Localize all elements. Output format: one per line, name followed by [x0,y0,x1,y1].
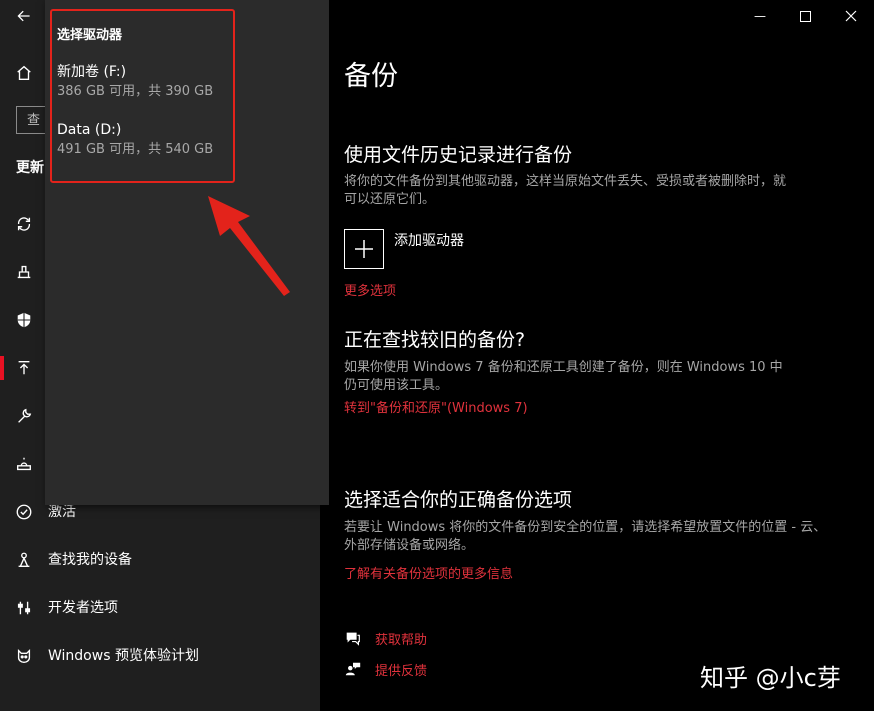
get-help-link[interactable]: 获取帮助 [375,629,427,648]
maximize-button[interactable] [790,4,820,28]
annotation-arrow [208,196,290,296]
drive-name: 新加卷 (F:) [57,64,127,80]
file-history-description: 将你的文件备份到其他驱动器，这样当原始文件丢失、受损或者被删除时，就可以还原它们… [344,174,787,207]
sidebar-item-windows-insider[interactable]: Windows 预览体验计划 [48,646,199,666]
chat-help-icon [346,632,360,646]
close-icon [845,10,857,22]
sidebar-item-find-my-device[interactable]: 查找我的设备 [48,550,132,570]
flyout-title: 选择驱动器 [57,28,123,43]
add-drive-label[interactable]: 添加驱动器 [394,230,464,250]
drive-size: 491 GB 可用，共 540 GB [57,142,214,157]
add-drive-button[interactable] [344,229,384,269]
page-title: 备份 [344,61,398,92]
sidebar-section-update: 更新 [16,160,44,176]
settings-window: 查 更新 激活 查找我的设备 开发者选项 Windows 预览体验计划 选择驱动… [0,0,874,711]
backup-restore-win7-link[interactable]: 转到"备份和还原"(Windows 7) [344,397,528,416]
developer-sliders-icon [14,598,34,618]
minimize-icon: — [754,9,766,23]
close-button[interactable] [836,4,866,28]
troubleshoot-wrench-icon[interactable] [14,406,34,426]
check-circle-icon [14,502,34,522]
plus-icon [355,240,373,258]
windows-security-shield-icon[interactable] [14,310,34,330]
feedback-person-icon [345,662,361,676]
person-location-icon [14,550,34,570]
insider-cat-icon [14,646,34,666]
older-backup-description: 如果你使用 Windows 7 备份和还原工具创建了备份，则在 Windows … [344,360,783,393]
choose-option-description: 若要让 Windows 将你的文件备份到安全的位置，请选择希望放置文件的位置 -… [344,520,827,553]
get-help-row[interactable]: 获取帮助 [344,628,427,648]
backup-upload-icon[interactable] [14,358,34,378]
learn-more-backup-link[interactable]: 了解有关备份选项的更多信息 [344,563,513,582]
drive-size: 386 GB 可用，共 390 GB [57,84,214,99]
minimize-button[interactable]: — [745,4,775,28]
file-history-heading: 使用文件历史记录进行备份 [344,144,573,166]
recovery-icon[interactable] [14,454,34,474]
back-button[interactable] [10,4,38,28]
maximize-icon [799,10,811,22]
sync-icon[interactable] [14,214,34,234]
drive-name: Data (D:) [57,122,122,138]
older-backup-heading: 正在查找较旧的备份? [344,329,526,351]
sidebar-item-developer-options[interactable]: 开发者选项 [48,598,118,618]
delivery-optimization-icon[interactable] [14,262,34,282]
feedback-link[interactable]: 提供反馈 [375,660,427,679]
home-icon[interactable] [14,63,34,83]
active-item-indicator [0,356,4,380]
drive-option-d[interactable]: Data (D:) 491 GB 可用，共 540 GB [57,121,307,159]
back-arrow-icon [17,10,30,22]
choose-option-heading: 选择适合你的正确备份选项 [344,489,573,511]
drive-option-f[interactable]: 新加卷 (F:) 386 GB 可用，共 390 GB [57,63,307,101]
sidebar-item-activation[interactable]: 激活 [48,502,76,522]
feedback-row[interactable]: 提供反馈 [344,659,427,679]
more-options-link[interactable]: 更多选项 [344,280,396,299]
zhihu-watermark: 知乎 @小c芽 [700,664,841,692]
